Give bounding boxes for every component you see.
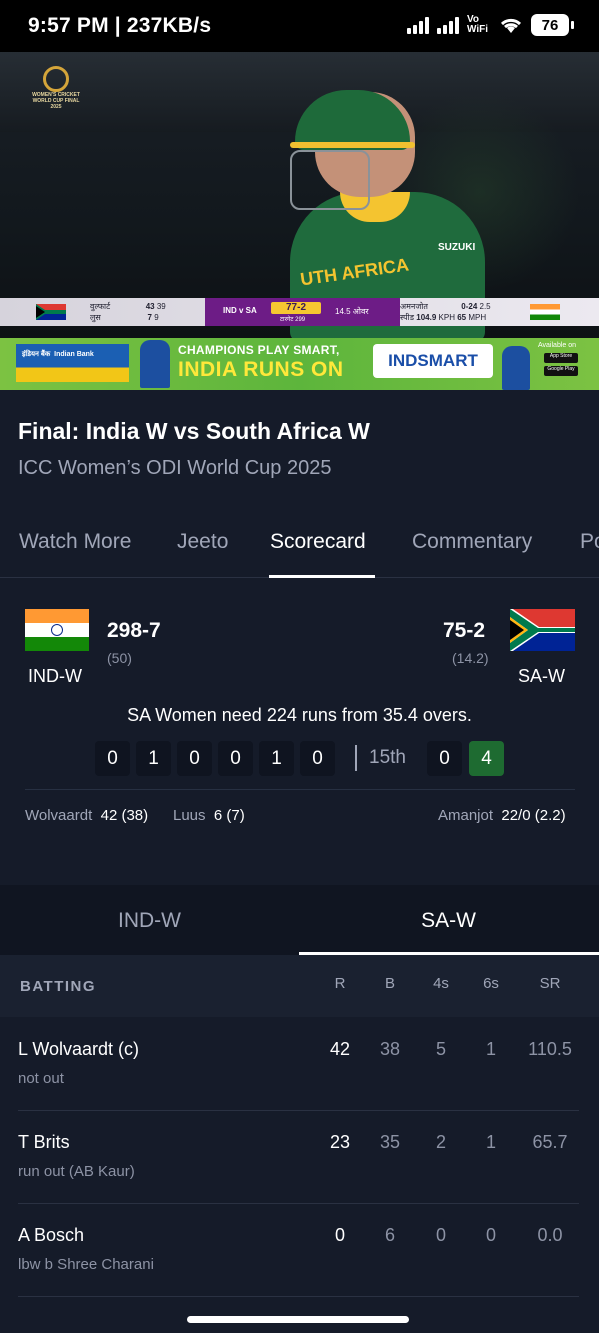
tab-bar: Watch More Jeeto Scorecard Commentary Po [0,520,599,578]
fours: 5 [435,1039,446,1059]
tv-score-strip: वुल्फार्ट 43 39 लुस 7 9 IND v SA 77-2 टा… [0,298,599,326]
team2-score: 75-2 [443,619,486,642]
cricketer-image [140,340,170,388]
col-balls: B [384,975,395,992]
table-row[interactable]: A Bosch lbw b Shree Charani 0 6 0 0 0.0 [0,1203,599,1297]
non-striker-info: Luus 6 (7) [173,807,245,824]
batting-header: BATTING R B 4s 6s SR [0,955,599,1017]
ball-result: 0 [95,741,130,776]
innings-toggle: IND-W SA-W [0,885,599,955]
strike-rate: 65.7 [532,1132,568,1152]
active-tab-indicator [269,575,375,578]
team1-score: 298-7 [107,619,161,642]
strip-bowler: अमनजोत 0-24 2.5 स्पीड 104.9 KPH 65 MPH [400,302,491,322]
balls: 6 [384,1225,395,1245]
tab-watch-more[interactable]: Watch More [19,530,131,554]
team2-name: SA-W [518,666,565,686]
balls: 35 [379,1132,401,1152]
ad-headline-2: INDIA RUNS ON [178,358,344,381]
strike-rate: 0.0 [537,1225,563,1245]
status-time: 9:57 PM | 237KB/s [28,14,212,37]
balls: 38 [379,1039,401,1059]
india-flag-icon [25,609,89,651]
runs: 42 [329,1039,351,1059]
col-runs: R [334,975,346,992]
team1-overs: (50) [107,650,132,666]
south-africa-flag-icon [36,304,66,320]
innings-tab-ind[interactable]: IND-W [0,909,299,933]
tab-more[interactable]: Po [580,530,599,554]
col-strike-rate: SR [539,975,561,992]
sixes: 1 [485,1039,496,1059]
strip-batters: वुल्फार्ट 43 39 लुस 7 9 [90,302,166,322]
current-over-label: 15th [369,747,406,768]
ball-result: 1 [259,741,294,776]
indian-bank-logo: इंडियन बैंक Indian Bank [16,344,129,382]
ball-result: 1 [136,741,171,776]
available-on-label: Available on [538,342,577,349]
vowifi-icon: Vo WiFi [467,14,489,35]
status-icons: Vo WiFi 76 [407,14,574,36]
cricketer-image [502,346,530,390]
strip-score: IND v SA 77-2 टारगेट 299 14.5 ओवर [205,298,400,326]
runs: 0 [334,1225,345,1245]
tab-commentary[interactable]: Commentary [412,530,532,554]
row-divider [18,1296,579,1297]
bowler-info: Amanjot 22/0 (2.2) [438,807,566,824]
dismissal: run out (AB Kaur) [18,1163,135,1180]
player-image [285,90,485,338]
fours: 0 [435,1225,446,1245]
india-flag-icon [530,304,560,320]
chase-equation: SA Women need 224 runs from 35.4 overs. [127,705,472,725]
indsmart-logo: INDSMART [373,344,493,378]
match-subtitle: ICC Women’s ODI World Cup 2025 [18,457,332,479]
over-divider [355,745,357,771]
team2-overs: (14.2) [452,650,489,666]
batter-name: A Bosch [18,1225,85,1245]
batter-name: L Wolvaardt (c) [18,1039,140,1059]
batting-label: BATTING [20,978,97,995]
south-africa-flag-icon [510,609,575,651]
app-store-badge: App Store [544,353,578,363]
divider [25,789,575,790]
sixes: 0 [485,1225,496,1245]
match-title: Final: India W vs South Africa W [18,418,370,444]
strike-rate: 110.5 [528,1039,572,1059]
batter-name: T Brits [18,1132,70,1152]
table-row[interactable]: T Brits run out (AB Kaur) 23 35 2 1 65.7 [0,1110,599,1204]
battery-icon: 76 [531,14,574,36]
tab-scorecard[interactable]: Scorecard [270,530,366,554]
dismissal: not out [18,1070,64,1087]
innings-tab-sa[interactable]: SA-W [299,909,598,933]
runs: 23 [329,1132,351,1152]
ball-result: 0 [427,741,462,776]
ball-result: 0 [300,741,335,776]
home-indicator[interactable] [187,1316,409,1323]
striker-info: Wolvaardt 42 (38) [25,807,149,824]
col-fours: 4s [433,975,449,992]
col-sixes: 6s [483,975,499,992]
signal-icon [437,16,459,34]
ad-headline-1: CHAMPIONS PLAY SMART, [178,343,340,357]
table-row[interactable]: L Wolvaardt (c) not out 42 38 5 1 110.5 [0,1017,599,1111]
sponsor-logo: SUZUKI [438,242,476,253]
status-bar: 9:57 PM | 237KB/s Vo WiFi 76 [0,0,599,52]
sixes: 1 [485,1132,496,1152]
signal-icon [407,16,429,34]
world-cup-logo: WOMEN'S CRICKET WORLD CUP FINAL 2025 [30,66,82,114]
ball-result: 0 [218,741,253,776]
ball-result: 0 [177,741,212,776]
ad-banner[interactable]: इंडियन बैंक Indian Bank CHAMPIONS PLAY S… [0,338,599,390]
ball-result-boundary: 4 [469,741,504,776]
tab-jeeto[interactable]: Jeeto [177,530,228,554]
team1-name: IND-W [28,666,82,686]
google-play-badge: Google Play [544,366,578,376]
wifi-icon [500,18,522,33]
dismissal: lbw b Shree Charani [18,1256,154,1273]
batting-table: L Wolvaardt (c) not out 42 38 5 1 110.5 … [0,1017,599,1297]
fours: 2 [435,1132,446,1152]
video-player[interactable]: WOMEN'S CRICKET WORLD CUP FINAL 2025 UTH… [0,52,599,338]
